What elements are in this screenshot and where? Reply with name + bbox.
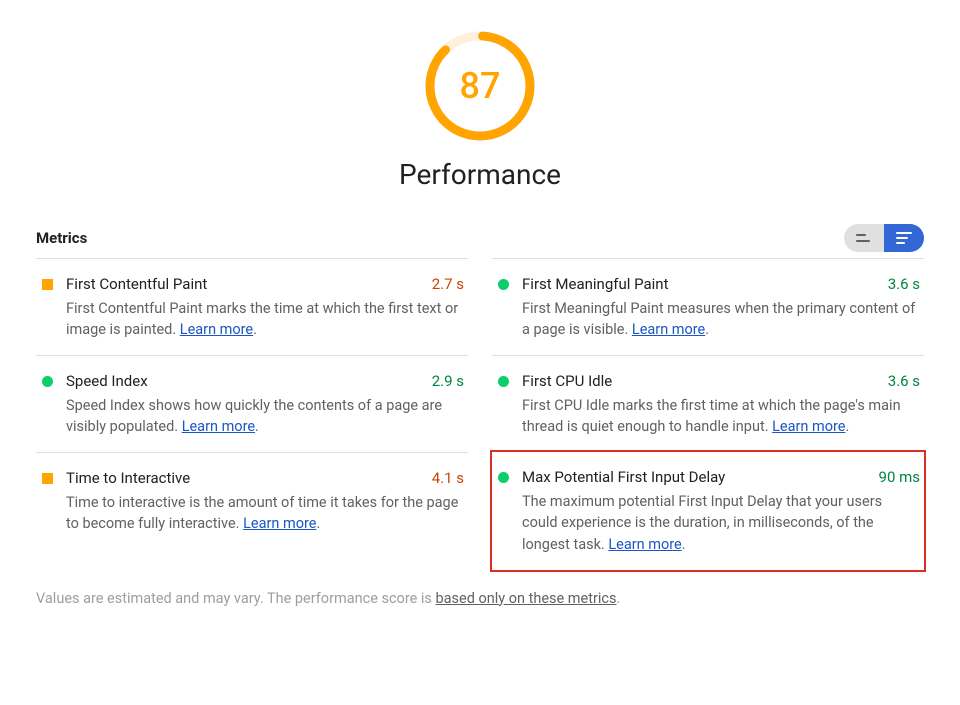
score-section: 87 Performance bbox=[36, 30, 924, 196]
period: . bbox=[253, 321, 257, 338]
metric-value: 2.7 s bbox=[432, 273, 464, 296]
metric-name: First Contentful Paint bbox=[66, 273, 207, 296]
metric-head: First Meaningful Paint 3.6 s bbox=[522, 273, 920, 296]
metric-description-text: The maximum potential First Input Delay … bbox=[522, 493, 882, 554]
toggle-compact-button[interactable] bbox=[844, 224, 884, 252]
footnote-link[interactable]: based only on these metrics bbox=[436, 590, 617, 607]
period: . bbox=[705, 321, 709, 338]
metric-card: Max Potential First Input Delay 90 ms The … bbox=[490, 450, 926, 572]
metric-card: First CPU Idle 3.6 sFirst CPU Idle marks … bbox=[492, 355, 924, 452]
metric-value: 2.9 s bbox=[432, 370, 464, 393]
period: . bbox=[845, 418, 849, 435]
score-gauge: 87 bbox=[424, 30, 536, 142]
metric-description: First Contentful Paint marks the time at… bbox=[66, 298, 464, 342]
learn-more-link[interactable]: Learn more bbox=[772, 418, 845, 435]
status-dot-green bbox=[42, 376, 53, 387]
metric-description: Speed Index shows how quickly the conten… bbox=[66, 395, 464, 439]
metric-value: 90 ms bbox=[879, 466, 920, 489]
metrics-header: Metrics bbox=[36, 224, 924, 252]
metric-head: First Contentful Paint 2.7 s bbox=[66, 273, 464, 296]
metric-description-text: First Meaningful Paint measures when the… bbox=[522, 300, 915, 339]
metric-value: 3.6 s bbox=[888, 370, 920, 393]
period: . bbox=[682, 536, 686, 553]
metric-name: Max Potential First Input Delay bbox=[522, 466, 725, 489]
status-dot-green bbox=[498, 376, 509, 387]
score-value: 87 bbox=[424, 30, 536, 142]
metrics-title: Metrics bbox=[36, 227, 87, 250]
status-dot-green bbox=[498, 472, 509, 483]
metric-name: First CPU Idle bbox=[522, 370, 612, 393]
metric-card: First Contentful Paint2.7 sFirst Content… bbox=[36, 258, 468, 355]
metric-value: 3.6 s bbox=[888, 273, 920, 296]
metric-head: Time to Interactive 4.1 s bbox=[66, 467, 464, 490]
metric-name: Time to Interactive bbox=[66, 467, 190, 490]
metrics-grid: First Contentful Paint2.7 sFirst Content… bbox=[36, 258, 924, 570]
status-square-orange bbox=[42, 279, 53, 290]
learn-more-link[interactable]: Learn more bbox=[243, 515, 316, 532]
learn-more-link[interactable]: Learn more bbox=[632, 321, 705, 338]
period: . bbox=[316, 515, 320, 532]
metric-card: Speed Index 2.9 sSpeed Index shows how qu… bbox=[36, 355, 468, 452]
metric-name: First Meaningful Paint bbox=[522, 273, 668, 296]
metric-description: First CPU Idle marks the first time at w… bbox=[522, 395, 920, 439]
compact-view-icon bbox=[856, 232, 872, 244]
metric-head: Max Potential First Input Delay 90 ms bbox=[522, 466, 920, 489]
footnote-text: Values are estimated and may vary. The p… bbox=[36, 590, 436, 607]
metric-description: The maximum potential First Input Delay … bbox=[522, 491, 920, 556]
expanded-view-icon bbox=[896, 231, 912, 245]
period: . bbox=[255, 418, 259, 435]
metric-head: First CPU Idle 3.6 s bbox=[522, 370, 920, 393]
status-dot-green bbox=[498, 279, 509, 290]
score-label: Performance bbox=[36, 154, 924, 196]
learn-more-link[interactable]: Learn more bbox=[608, 536, 681, 553]
view-toggle bbox=[844, 224, 924, 252]
metric-name: Speed Index bbox=[66, 370, 148, 393]
metric-card: First Meaningful Paint3.6 sFirst Meaning… bbox=[492, 258, 924, 355]
metric-description: First Meaningful Paint measures when the… bbox=[522, 298, 920, 342]
footnote: Values are estimated and may vary. The p… bbox=[36, 588, 924, 610]
metric-head: Speed Index 2.9 s bbox=[66, 370, 464, 393]
learn-more-link[interactable]: Learn more bbox=[180, 321, 253, 338]
metric-value: 4.1 s bbox=[432, 467, 464, 490]
status-square-orange bbox=[42, 473, 53, 484]
footnote-suffix: . bbox=[616, 590, 620, 607]
metric-description: Time to interactive is the amount of tim… bbox=[66, 492, 464, 536]
learn-more-link[interactable]: Learn more bbox=[182, 418, 255, 435]
metric-card: Time to Interactive 4.1 sTime to interact… bbox=[36, 452, 468, 570]
metric-description-text: First Contentful Paint marks the time at… bbox=[66, 300, 458, 339]
toggle-expanded-button[interactable] bbox=[884, 224, 924, 252]
